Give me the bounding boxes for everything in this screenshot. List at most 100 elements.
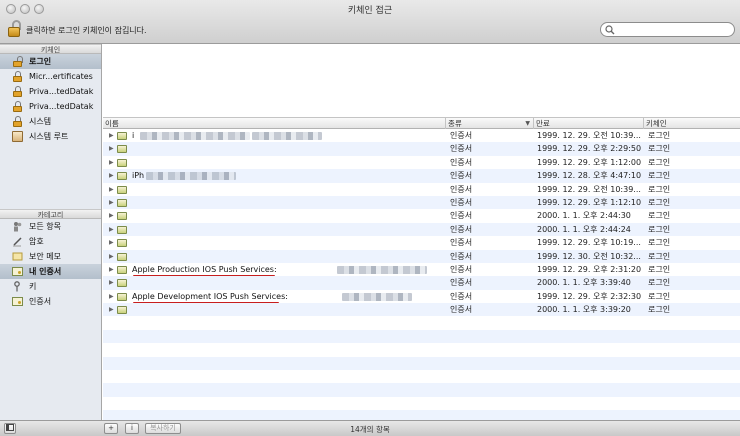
category-item-label: 내 인증서 [29, 267, 62, 276]
window-title: 키체인 접근 [347, 6, 393, 16]
category-item-label: 모든 항목 [29, 222, 61, 231]
row-expires: 1999. 12. 29. 오후 2:29:50 [537, 144, 642, 154]
disclosure-triangle-icon[interactable]: ▶ [109, 196, 114, 209]
row-kind: 인증서 [450, 305, 473, 315]
disclosure-triangle-icon[interactable]: ▶ [109, 169, 114, 182]
certificate-icon [117, 225, 127, 234]
disclosure-triangle-icon[interactable]: ▶ [109, 263, 114, 276]
table-row[interactable]: ▶ 인증서 1999. 12. 30. 오전 10:32... 로그인 [103, 249, 740, 263]
table-row[interactable]: ▶ 인증서 1999. 12. 29. 오전 10:39... 로그인 [103, 183, 740, 196]
certificate-icon [117, 145, 127, 154]
row-expires: 1999. 12. 29. 오전 10:39... [537, 131, 641, 140]
table-row[interactable]: ▶ Apple Production IOS Push Services: 인증서 1… [103, 263, 740, 277]
table-row[interactable]: ▶ 인증서 1999. 12. 29. 오후 1:12:10 로그인 [103, 195, 740, 210]
keychain-item[interactable]: Priva...tedDatak [0, 84, 101, 99]
table-row[interactable]: ▶ 인증서 1999. 12. 29. 오후 10:19... 로그인 [103, 236, 740, 249]
row-name-text: i [132, 131, 135, 140]
row-expires: 1999. 12. 29. 오전 10:39... [537, 184, 641, 194]
row-expires: 1999. 12. 30. 오전 10:32... [537, 251, 641, 261]
keychain-item[interactable]: Priva...tedDatak [0, 99, 101, 114]
item-preview-pane [103, 44, 740, 118]
certificate-icon [117, 212, 127, 221]
empty-row [103, 370, 740, 383]
disclosure-triangle-icon[interactable]: ▶ [109, 156, 114, 169]
category-item[interactable]: 모든 항목 [0, 219, 101, 234]
table-row[interactable]: ▶ 인증서 2000. 1. 1. 오후 2:44:30 로그인 [103, 209, 740, 222]
row-kind: 인증서 [450, 144, 473, 154]
row-expires: 2000. 1. 1. 오후 3:39:40 [537, 278, 631, 288]
search-field[interactable] [600, 22, 735, 37]
table-row[interactable]: ▶ iPh 인증서 1999. 12. 28. 오후 4:47:10 로그인 [103, 169, 740, 183]
row-expires: 1999. 12. 28. 오후 4:47:10 [537, 171, 642, 181]
table-row[interactable]: ▶ 인증서 2000. 1. 1. 오후 2:44:24 로그인 [103, 222, 740, 237]
row-expires: 1999. 12. 29. 오후 1:12:00 [537, 157, 642, 167]
category-item[interactable]: 인증서 [0, 294, 101, 309]
certificate-icon [12, 296, 23, 307]
table-header: 이름 종류 ▼ 만료 키체인 [103, 118, 740, 129]
lock-icon [12, 86, 23, 97]
column-header-kind[interactable]: 종류 ▼ [446, 118, 534, 129]
row-keychain: 로그인 [648, 264, 671, 274]
table-row[interactable]: ▶ Apple Development IOS Push Services: 인증서… [103, 290, 740, 304]
column-header-keychain[interactable]: 키체인 [644, 118, 740, 129]
table-row[interactable]: ▶ i 인증서 1999. 12. 29. 오전 10:39... 로그인 [103, 129, 740, 142]
disclosure-triangle-icon[interactable]: ▶ [109, 183, 114, 196]
certificate-icon [12, 266, 23, 277]
certificate-icon [117, 132, 127, 140]
table-row[interactable]: ▶ 인증서 1999. 12. 29. 오후 1:12:00 로그인 [103, 156, 740, 169]
search-input[interactable] [617, 24, 729, 35]
row-keychain: 로그인 [648, 211, 671, 221]
certificate-icon [117, 185, 127, 194]
disclosure-triangle-icon[interactable]: ▶ [109, 236, 114, 249]
keychain-item[interactable]: 시스템 루트 [0, 129, 101, 144]
table-row[interactable]: ▶ 인증서 2000. 1. 1. 오후 3:39:40 로그인 [103, 276, 740, 290]
people-icon [12, 221, 23, 232]
redacted-text [337, 265, 427, 274]
column-header-expires[interactable]: 만료 [534, 118, 644, 129]
categories-header: 카테고리 [0, 209, 101, 219]
disclosure-triangle-icon[interactable]: ▶ [109, 142, 114, 155]
category-list: 모든 항목암호보안 메모내 인증서키 인증서 [0, 219, 101, 309]
disclosure-triangle-icon[interactable]: ▶ [109, 303, 114, 316]
empty-row [103, 410, 740, 420]
redacted-text [252, 132, 322, 140]
row-name-text: Apple Production IOS Push Services: [132, 264, 277, 274]
disclosure-triangle-icon[interactable]: ▶ [109, 223, 114, 236]
row-expires: 1999. 12. 29. 오후 2:32:30 [537, 291, 642, 301]
keychain-item-label: 시스템 루트 [29, 132, 69, 141]
disclosure-triangle-icon[interactable]: ▶ [109, 290, 114, 303]
empty-row [103, 329, 740, 344]
table-row[interactable]: ▶ 인증서 1999. 12. 29. 오후 2:29:50 로그인 [103, 142, 740, 156]
items-table: 이름 종류 ▼ 만료 키체인 ▶ i 인증서 1999. 12. 29. 오전 10:3… [103, 118, 740, 420]
category-item-label: 암호 [29, 237, 44, 246]
category-item[interactable]: 내 인증서 [0, 264, 101, 279]
row-kind: 인증서 [450, 278, 473, 288]
category-item[interactable]: 암호 [0, 234, 101, 249]
disclosure-triangle-icon[interactable]: ▶ [109, 276, 114, 289]
row-name: i [132, 129, 442, 142]
keychain-item[interactable]: 시스템 [0, 114, 101, 129]
column-header-name[interactable]: 이름 [103, 118, 446, 129]
lock-keychain-button[interactable] [6, 20, 22, 38]
empty-row [103, 316, 740, 329]
redacted-text [342, 292, 412, 301]
row-keychain: 로그인 [648, 184, 671, 194]
keychain-item[interactable]: Micr...ertificates [0, 69, 101, 84]
row-expires: 2000. 1. 1. 오후 2:44:30 [537, 211, 631, 221]
row-kind: 인증서 [450, 211, 473, 221]
key-icon [12, 281, 23, 292]
table-row[interactable]: ▶ 인증서 2000. 1. 1. 오후 3:39:20 로그인 [103, 303, 740, 317]
category-item[interactable]: 키 [0, 279, 101, 294]
disclosure-triangle-icon[interactable]: ▶ [109, 250, 114, 263]
certificate-icon [117, 252, 127, 261]
certificate-icon [117, 265, 127, 274]
disclosure-triangle-icon[interactable]: ▶ [109, 209, 114, 222]
table-rows: ▶ i 인증서 1999. 12. 29. 오전 10:39... 로그인 ▶ 인증서 199… [103, 129, 740, 420]
category-item[interactable]: 보안 메모 [0, 249, 101, 264]
row-kind: 인증서 [450, 291, 473, 301]
keychain-item[interactable]: 로그인 [0, 54, 101, 69]
lock-icon [12, 101, 23, 112]
row-kind: 인증서 [450, 251, 473, 261]
disclosure-triangle-icon[interactable]: ▶ [109, 129, 114, 142]
row-name-text: iPh [132, 171, 145, 181]
